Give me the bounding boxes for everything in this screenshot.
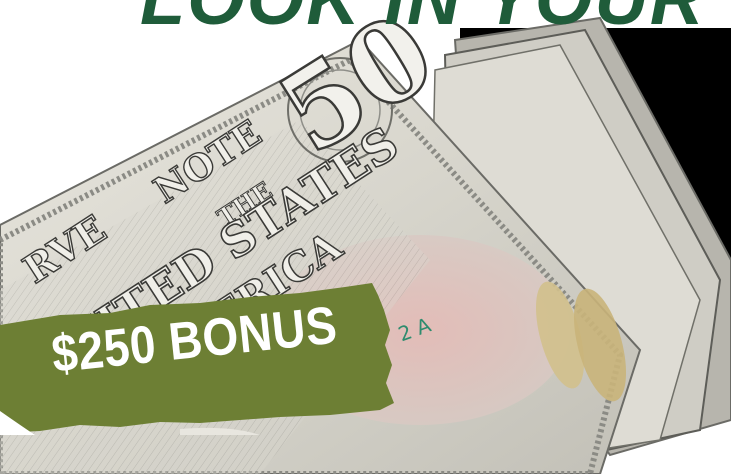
promo-image: LOOK IN YOUR (0, 0, 731, 474)
bonus-badge: $250 BONUS (0, 275, 430, 435)
headline-strip: LOOK IN YOUR (0, 0, 731, 38)
headline-text: LOOK IN YOUR (140, 0, 705, 38)
